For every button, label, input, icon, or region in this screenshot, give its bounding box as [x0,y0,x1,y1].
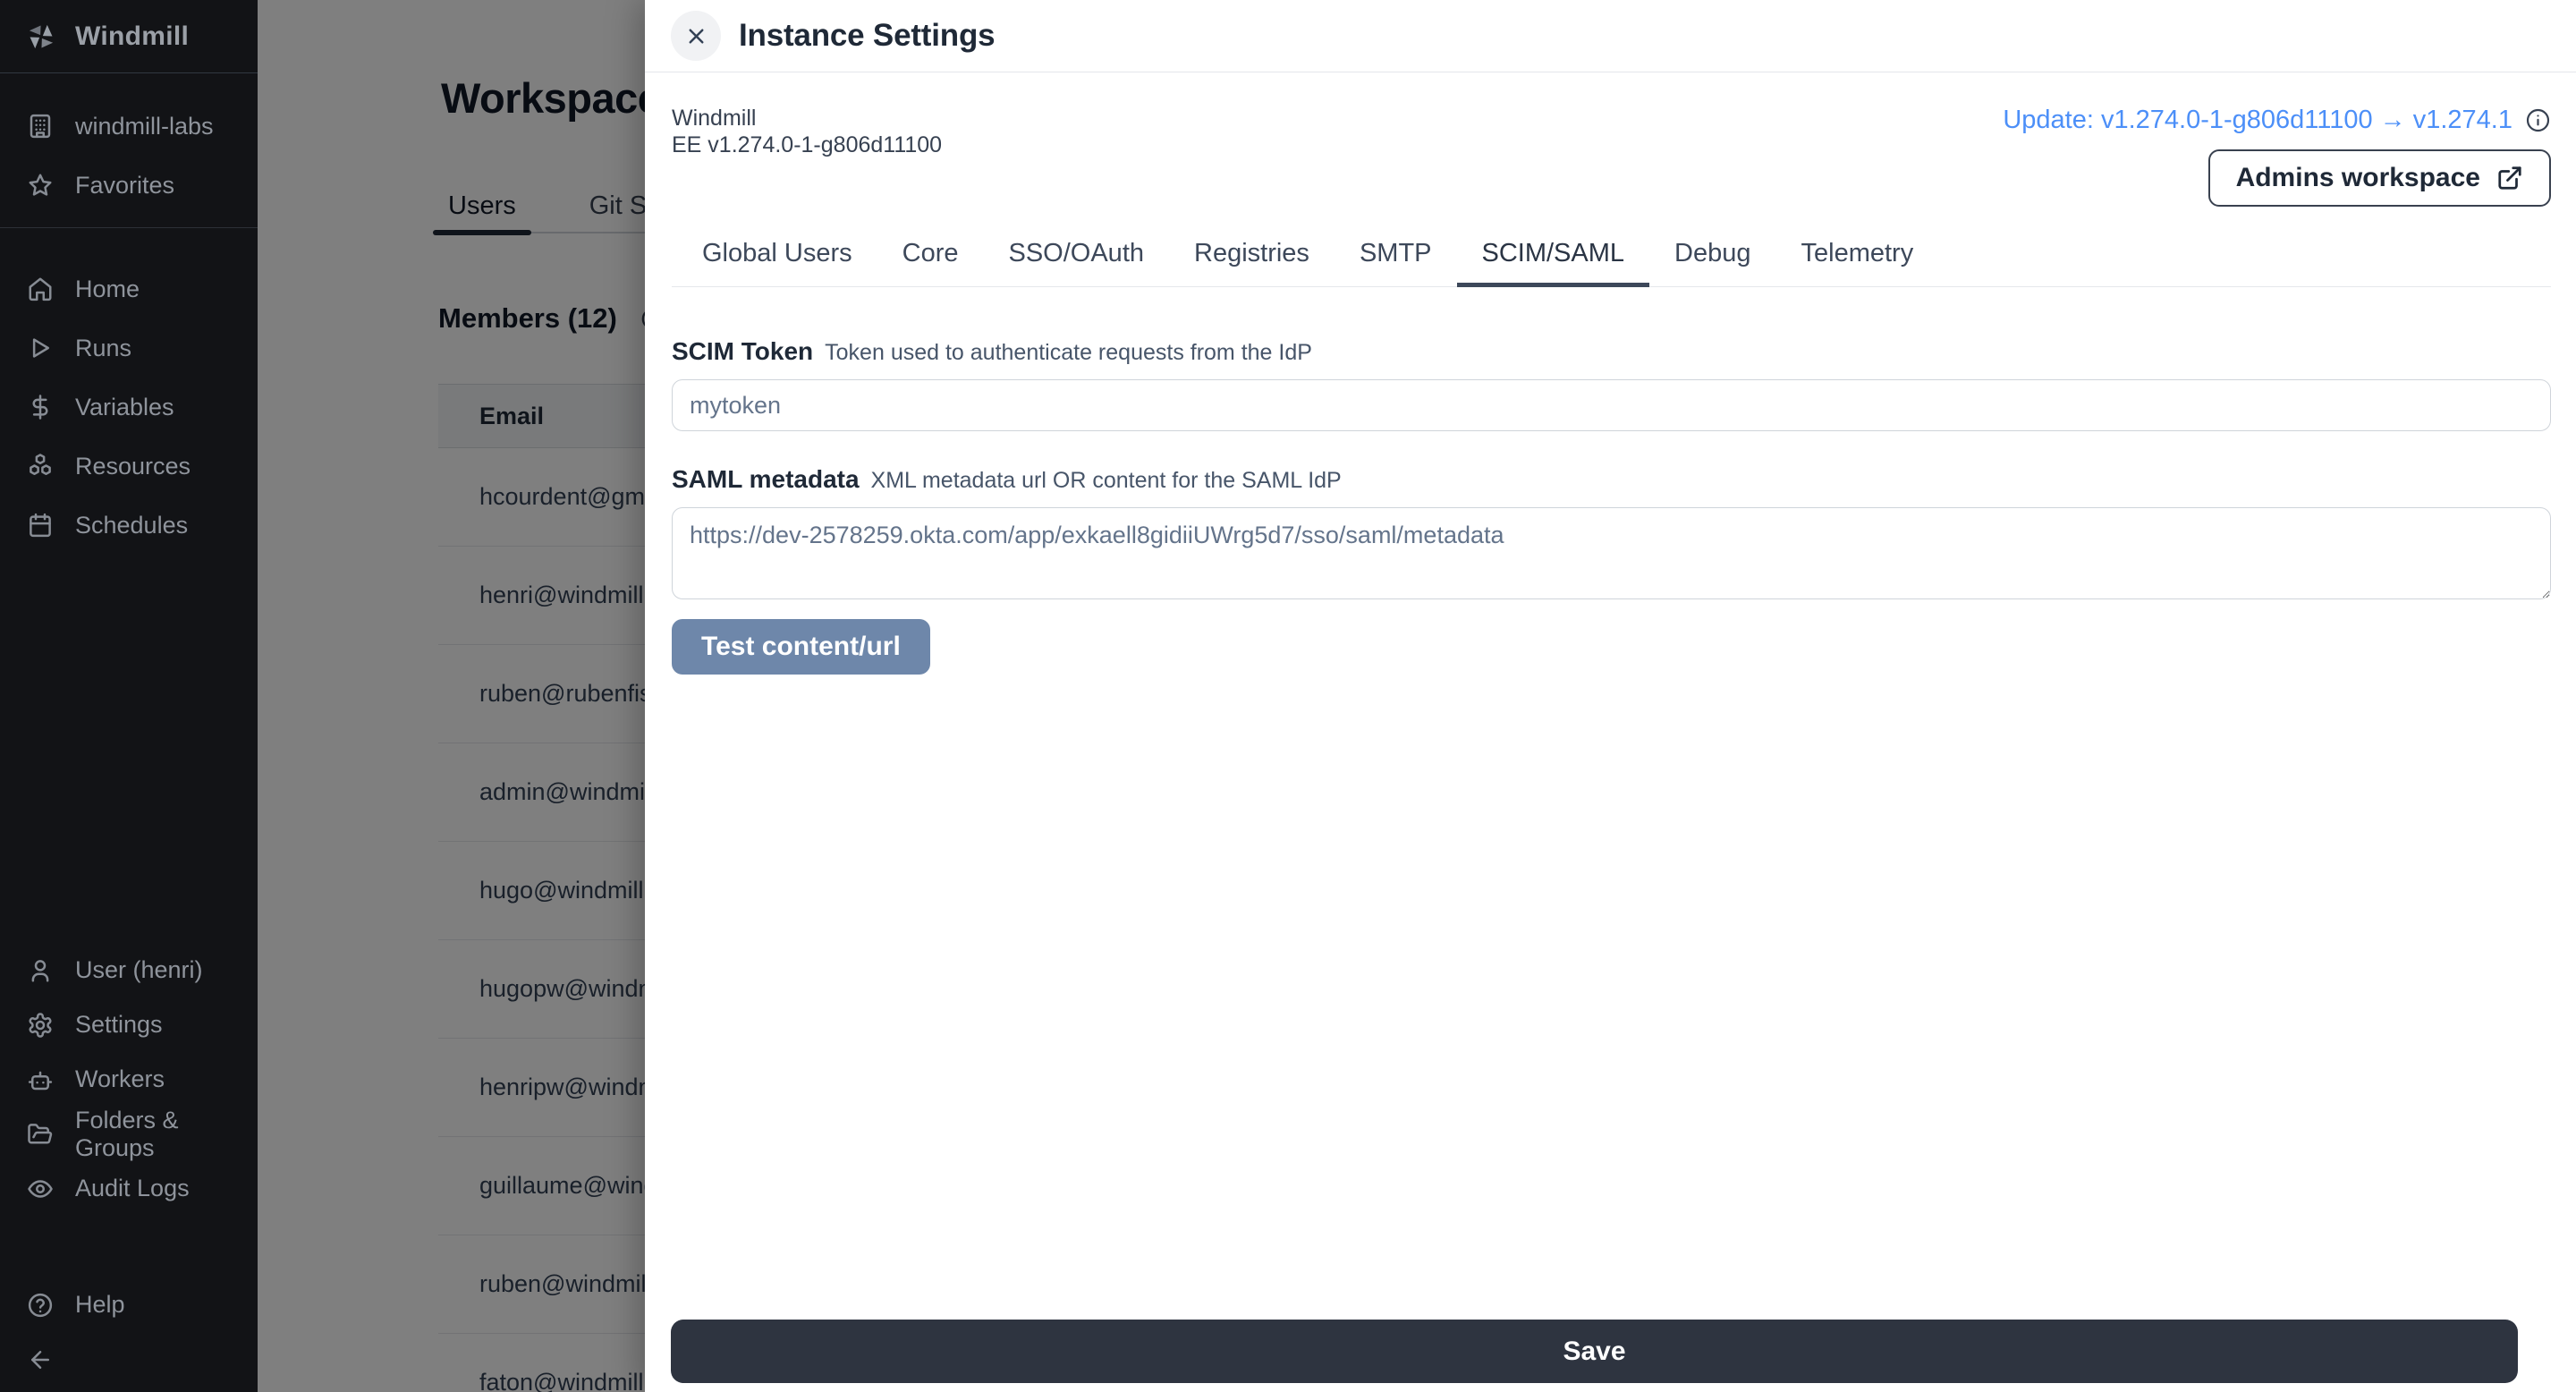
sidebar: Windmill windmill-labs Favorites [0,0,258,1392]
sidebar-item-label: User (henri) [75,956,203,984]
saml-metadata-description: XML metadata url OR content for the SAML… [871,468,1342,494]
tab-telemetry[interactable]: Telemetry [1776,239,1939,286]
tab-global-users[interactable]: Global Users [677,239,877,286]
sidebar-item-workers[interactable]: Workers [0,1052,258,1107]
robot-icon [27,1066,54,1093]
sidebar-item-label: Settings [75,1011,163,1039]
dollar-icon [27,394,54,420]
sidebar-item-label: Home [75,276,140,303]
info-icon[interactable] [2525,107,2551,133]
sidebar-item-variables[interactable]: Variables [0,378,258,437]
saml-metadata-label-row: SAML metadata XML metadata url OR conten… [672,465,2551,494]
tab-registries[interactable]: Registries [1169,239,1335,286]
app-window: Windmill windmill-labs Favorites [0,0,2576,1392]
update-row: Update: v1.274.0-1-g806d11100 → v1.274.1 [2003,105,2551,135]
sidebar-item-user[interactable]: User (henri) [0,943,258,997]
admins-workspace-button[interactable]: Admins workspace [2208,149,2551,207]
star-icon [27,172,54,199]
sidebar-item-runs[interactable]: Runs [0,318,258,378]
save-button[interactable]: Save [671,1320,2518,1383]
meta-right-block: Update: v1.274.0-1-g806d11100 → v1.274.1… [2003,105,2551,207]
instance-meta-row: Windmill EE v1.274.0-1-g806d11100 Update… [672,105,2551,207]
tab-smtp[interactable]: SMTP [1335,239,1457,286]
sidebar-item-favorites[interactable]: Favorites [0,156,258,215]
close-icon [684,24,708,48]
folder-open-icon [27,1121,54,1148]
sidebar-bottom-group: User (henri) Settings Workers [0,943,258,1216]
drawer-title: Instance Settings [739,18,995,54]
windmill-logo-icon [25,21,57,53]
boxes-icon [27,453,54,480]
sidebar-item-label: Resources [75,453,191,480]
eye-icon [27,1176,54,1202]
sidebar-workspace-group: windmill-labs Favorites [0,73,258,228]
close-drawer-button[interactable] [671,11,721,61]
drawer-header: Instance Settings [645,0,2576,72]
sidebar-item-workspace[interactable]: windmill-labs [0,97,258,156]
instance-version: EE v1.274.0-1-g806d11100 [672,132,942,158]
sidebar-item-label: Runs [75,335,131,362]
sidebar-item-label: Folders & Groups [75,1107,258,1162]
scim-token-section: SCIM Token Token used to authenticate re… [672,337,2551,431]
scim-token-description: Token used to authenticate requests from… [825,340,1312,366]
sidebar-item-label: Variables [75,394,174,421]
sidebar-collapse-button[interactable] [0,1330,258,1389]
saml-metadata-textarea[interactable]: https://dev-2578259.okta.com/app/exkaell… [672,507,2551,599]
saml-metadata-section: SAML metadata XML metadata url OR conten… [672,465,2551,675]
sidebar-item-resources[interactable]: Resources [0,437,258,496]
settings-tabs: Global Users Core SSO/OAuth Registries S… [672,239,2551,286]
sidebar-item-label: Audit Logs [75,1175,190,1202]
sidebar-logo-row[interactable]: Windmill [0,0,258,73]
instance-version-block: Windmill EE v1.274.0-1-g806d11100 [672,105,942,158]
sidebar-collapse-group [0,1330,258,1389]
admins-workspace-label: Admins workspace [2236,163,2480,193]
user-icon [27,957,54,984]
drawer-content: Windmill EE v1.274.0-1-g806d11100 Update… [645,72,2576,1392]
update-version-link[interactable]: Update: v1.274.0-1-g806d11100 → v1.274.1 [2003,106,2512,135]
gear-icon [27,1012,54,1039]
sidebar-item-schedules[interactable]: Schedules [0,496,258,555]
arrow-left-icon [27,1346,54,1373]
calendar-icon [27,512,54,539]
help-circle-icon [27,1292,54,1319]
sidebar-nav-group: Home Runs Variables [0,228,258,555]
scim-token-label: SCIM Token [672,337,813,366]
test-content-url-button[interactable]: Test content/url [672,619,930,675]
sidebar-item-settings[interactable]: Settings [0,997,258,1052]
app-logo-label: Windmill [75,21,189,52]
tab-debug[interactable]: Debug [1649,239,1775,286]
sidebar-item-folders-groups[interactable]: Folders & Groups [0,1107,258,1161]
home-icon [27,276,54,302]
sidebar-help-group: Help [0,1277,258,1332]
sidebar-item-help[interactable]: Help [0,1277,258,1332]
scim-token-input[interactable] [672,379,2551,431]
sidebar-item-home[interactable]: Home [0,259,258,318]
sidebar-item-label: Workers [75,1065,165,1093]
tab-core[interactable]: Core [877,239,984,286]
scim-token-label-row: SCIM Token Token used to authenticate re… [672,337,2551,366]
external-link-icon [2496,165,2523,191]
saml-metadata-label: SAML metadata [672,465,860,494]
instance-app-name: Windmill [672,105,942,132]
sidebar-item-label: Schedules [75,512,188,539]
sidebar-item-label: Favorites [75,172,174,199]
instance-settings-drawer: Instance Settings Windmill EE v1.274.0-1… [645,0,2576,1392]
tab-scim-saml[interactable]: SCIM/SAML [1457,239,1650,286]
play-icon [27,335,54,361]
sidebar-item-label: Help [75,1291,125,1319]
settings-tabs-bar: Global Users Core SSO/OAuth Registries S… [672,239,2551,287]
building-icon [27,113,54,140]
sidebar-item-label: windmill-labs [75,113,214,140]
sidebar-item-audit-logs[interactable]: Audit Logs [0,1161,258,1216]
tab-sso-oauth[interactable]: SSO/OAuth [983,239,1169,286]
